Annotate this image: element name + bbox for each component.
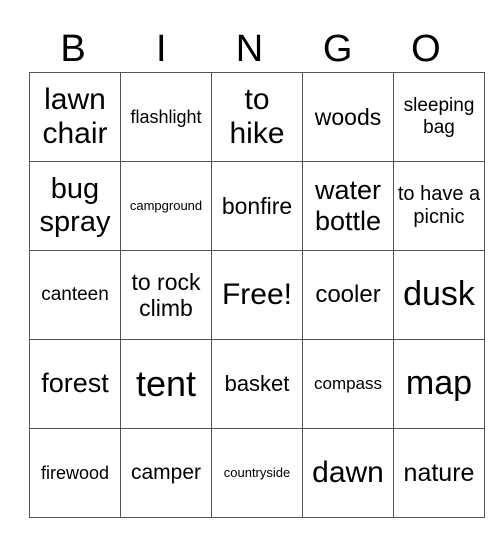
- header-letter: N: [235, 28, 264, 70]
- bingo-cell[interactable]: tent: [120, 339, 212, 429]
- bingo-cell[interactable]: dusk: [393, 250, 485, 340]
- header-letter: G: [322, 28, 353, 70]
- bingo-row: canteen to rock climb Free! cooler dusk: [29, 250, 485, 340]
- bingo-cell[interactable]: lawn chair: [29, 72, 121, 162]
- bingo-cell[interactable]: map: [393, 339, 485, 429]
- bingo-row: bug spray campground bonfire water bottle to…: [29, 161, 485, 251]
- bingo-cell[interactable]: to rock climb: [120, 250, 212, 340]
- bingo-cell[interactable]: sleeping bag: [393, 72, 485, 162]
- bingo-cell[interactable]: cooler: [302, 250, 394, 340]
- bingo-row: lawn chair flashlight to hike woods sleeping…: [29, 72, 485, 162]
- bingo-cell[interactable]: forest: [29, 339, 121, 429]
- bingo-header: B I N G O: [29, 26, 470, 72]
- header-letter: O: [411, 28, 441, 70]
- bingo-cell[interactable]: nature: [393, 428, 485, 518]
- free-space-cell[interactable]: Free!: [211, 250, 303, 340]
- bingo-cell[interactable]: canteen: [29, 250, 121, 340]
- bingo-grid: lawn chair flashlight to hike woods sleeping…: [29, 72, 485, 518]
- bingo-cell[interactable]: woods: [302, 72, 394, 162]
- bingo-cell[interactable]: bug spray: [29, 161, 121, 251]
- bingo-cell[interactable]: bonfire: [211, 161, 303, 251]
- bingo-cell[interactable]: firewood: [29, 428, 121, 518]
- bingo-cell[interactable]: basket: [211, 339, 303, 429]
- bingo-cell[interactable]: camper: [120, 428, 212, 518]
- bingo-cell[interactable]: water bottle: [302, 161, 394, 251]
- header-letter: I: [156, 28, 167, 70]
- bingo-cell[interactable]: countryside: [211, 428, 303, 518]
- header-letter: B: [60, 28, 86, 70]
- bingo-row: forest tent basket compass map: [29, 339, 485, 429]
- bingo-cell[interactable]: compass: [302, 339, 394, 429]
- bingo-cell[interactable]: to have a picnic: [393, 161, 485, 251]
- bingo-cell[interactable]: dawn: [302, 428, 394, 518]
- bingo-cell[interactable]: to hike: [211, 72, 303, 162]
- bingo-cell[interactable]: flashlight: [120, 72, 212, 162]
- bingo-cell[interactable]: campground: [120, 161, 212, 251]
- bingo-row: firewood camper countryside dawn nature: [29, 428, 485, 518]
